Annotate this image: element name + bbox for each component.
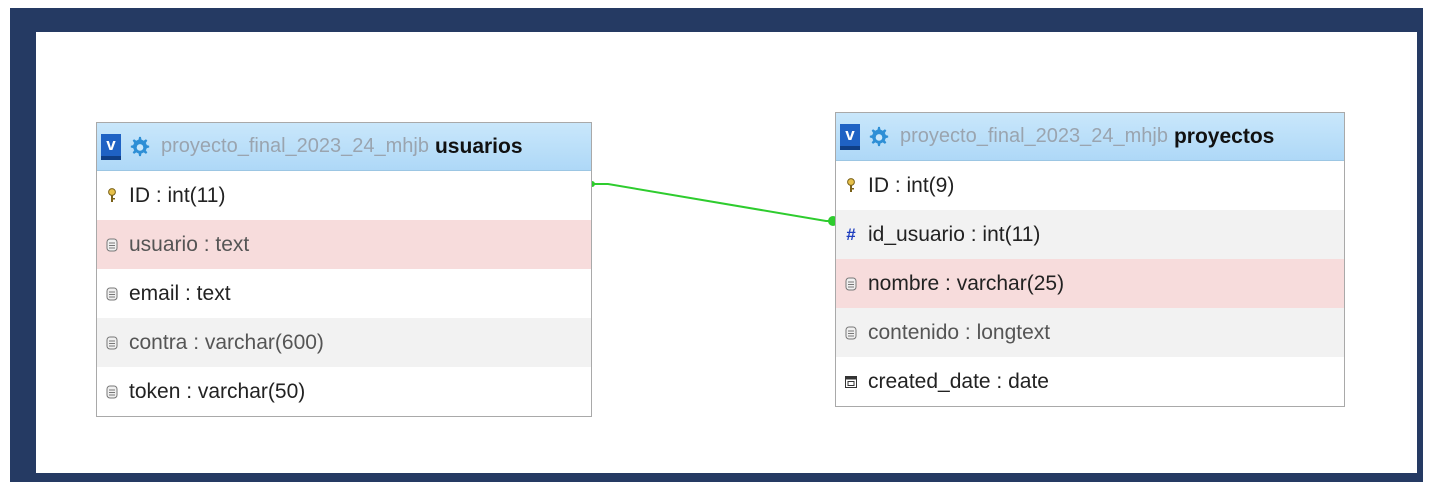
date-icon	[844, 374, 858, 390]
relation-path	[592, 183, 832, 222]
gear-icon[interactable]	[129, 136, 151, 158]
column-row[interactable]: ID : int(9)	[836, 161, 1344, 210]
column-icon	[844, 276, 858, 292]
column-label: ID : int(9)	[868, 173, 955, 197]
column-row[interactable]: contra : varchar(600)	[97, 318, 591, 367]
database-name: proyecto_final_2023_24_mhjb	[161, 135, 429, 157]
column-icon	[105, 286, 119, 302]
column-icon	[105, 237, 119, 253]
table-header-usuarios[interactable]: v proyecto_final_2023_24_mhjb usuarios	[97, 123, 591, 171]
table-name: usuarios	[434, 134, 523, 158]
toggle-columns-button[interactable]: v	[101, 133, 121, 160]
column-label: created_date : date	[868, 369, 1049, 393]
column-row[interactable]: usuario : text	[97, 220, 591, 269]
gear-icon[interactable]	[868, 126, 890, 148]
column-label: id_usuario : int(11)	[868, 222, 1041, 246]
column-label: ID : int(11)	[129, 183, 226, 207]
database-name: proyecto_final_2023_24_mhjb	[900, 125, 1168, 147]
column-label: contra : varchar(600)	[129, 330, 324, 354]
table-usuarios[interactable]: v proyecto_final_2023_24_mhjb usuarios I…	[96, 122, 592, 417]
column-label: email : text	[129, 281, 231, 305]
column-label: usuario : text	[129, 232, 250, 256]
column-row[interactable]: nombre : varchar(25)	[836, 259, 1344, 308]
foreign-key-hash-icon: #	[846, 224, 856, 244]
table-name: proyectos	[1173, 124, 1275, 148]
column-row[interactable]: # id_usuario : int(11)	[836, 210, 1344, 259]
designer-canvas: v proyecto_final_2023_24_mhjb usuarios I…	[36, 32, 1417, 473]
column-label: token : varchar(50)	[129, 379, 306, 403]
column-icon	[105, 384, 119, 400]
column-label: nombre : varchar(25)	[868, 271, 1065, 295]
primary-key-icon	[844, 178, 858, 194]
column-row[interactable]: contenido : longtext	[836, 308, 1344, 357]
column-label: contenido : longtext	[868, 320, 1051, 344]
column-row[interactable]: ID : int(11)	[97, 171, 591, 220]
column-row[interactable]: email : text	[97, 269, 591, 318]
toggle-columns-button[interactable]: v	[840, 123, 860, 150]
column-icon	[844, 325, 858, 341]
column-row[interactable]: token : varchar(50)	[97, 367, 591, 416]
table-header-proyectos[interactable]: v proyecto_final_2023_24_mhjb proyectos	[836, 113, 1344, 161]
column-icon	[105, 335, 119, 351]
table-proyectos[interactable]: v proyecto_final_2023_24_mhjb proyectos …	[835, 112, 1345, 407]
column-row[interactable]: created_date : date	[836, 357, 1344, 406]
designer-frame: v proyecto_final_2023_24_mhjb usuarios I…	[10, 8, 1423, 482]
primary-key-icon	[105, 188, 119, 204]
